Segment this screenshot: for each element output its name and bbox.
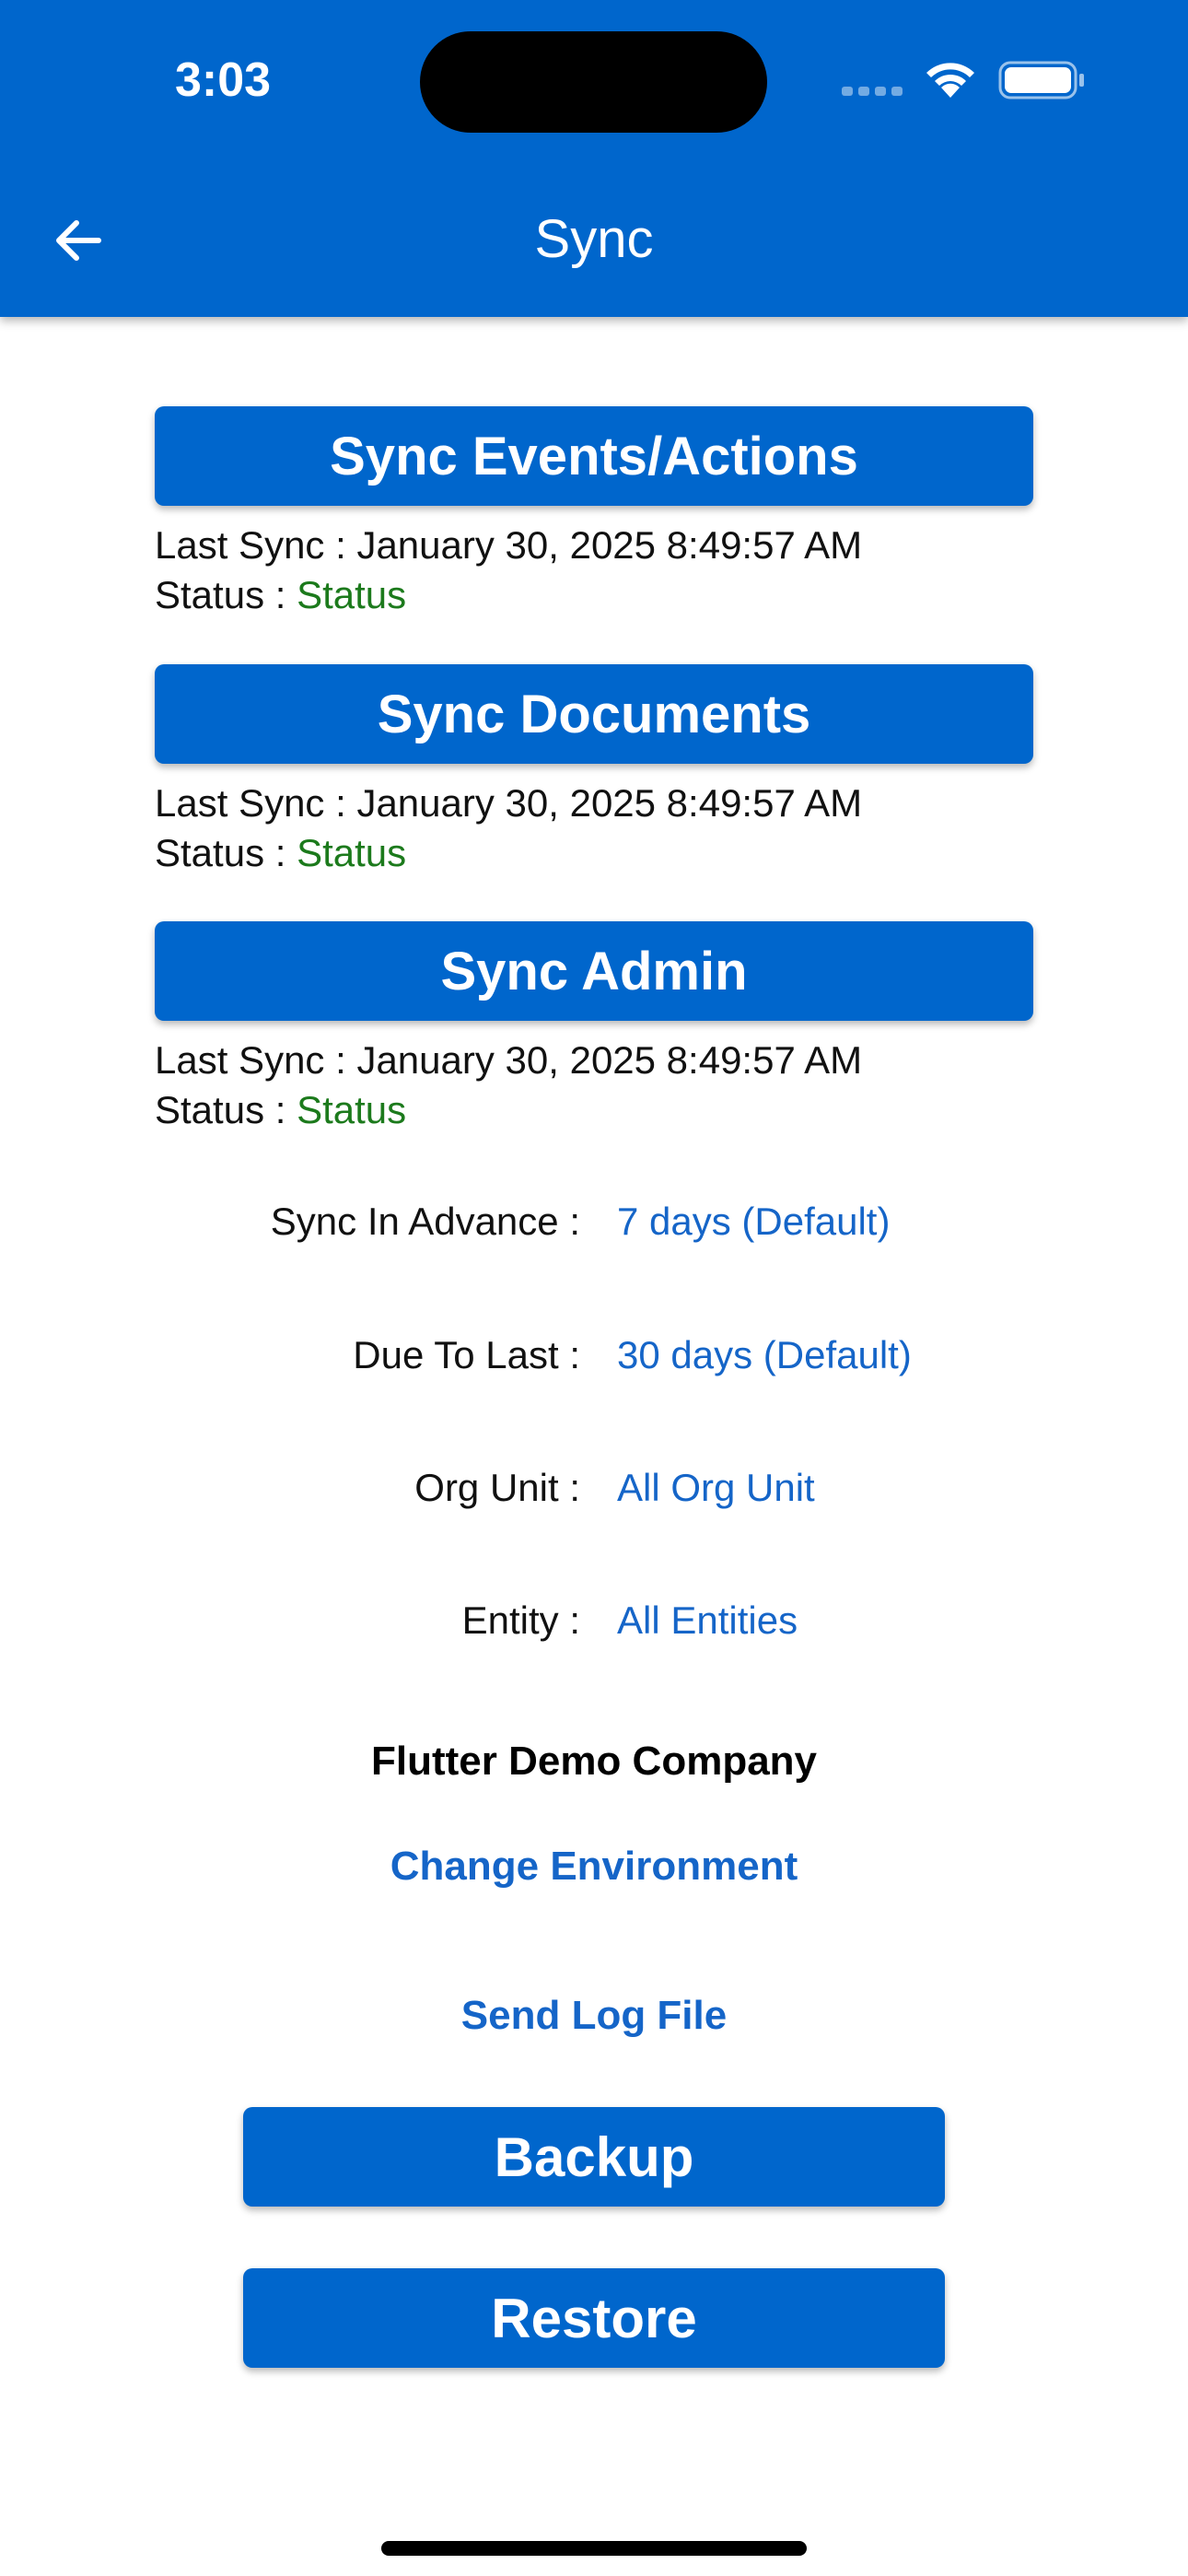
sync-events-actions-button[interactable]: Sync Events/Actions [155, 406, 1033, 506]
home-indicator [381, 2541, 807, 2556]
sync-admin-button[interactable]: Sync Admin [155, 921, 1033, 1021]
org-unit-label: Org Unit : [414, 1466, 580, 1509]
sync-in-advance-row: Sync In Advance : 7 days (Default) [0, 1194, 1188, 1249]
sync-in-advance-label: Sync In Advance : [270, 1200, 580, 1243]
org-unit-value[interactable]: All Org Unit [617, 1460, 815, 1516]
last-sync-documents-line: Last Sync : January 30, 2025 8:49:57 AM [155, 779, 862, 828]
entity-value[interactable]: All Entities [617, 1593, 798, 1648]
entity-row: Entity : All Entities [0, 1593, 1188, 1648]
last-sync-label: Last Sync : [155, 523, 357, 567]
org-unit-row: Org Unit : All Org Unit [0, 1460, 1188, 1516]
status-value: Status [297, 831, 407, 874]
cellular-signal-icon [842, 87, 904, 96]
status-label: Status : [155, 1088, 297, 1131]
sync-documents-button[interactable]: Sync Documents [155, 664, 1033, 764]
status-label: Status : [155, 573, 297, 616]
status-documents-line: Status : Status [155, 828, 406, 878]
status-value: Status [297, 1088, 407, 1131]
dynamic-island [420, 31, 767, 133]
status-bar-time: 3:03 [174, 53, 272, 107]
due-to-last-label: Due To Last : [353, 1333, 580, 1376]
last-sync-label: Last Sync : [155, 1038, 357, 1082]
last-sync-admin-line: Last Sync : January 30, 2025 8:49:57 AM [155, 1036, 862, 1085]
status-admin-line: Status : Status [155, 1085, 406, 1135]
last-sync-value: January 30, 2025 8:49:57 AM [356, 523, 863, 567]
app-bar: 3:03 Sync [0, 0, 1188, 317]
battery-icon [998, 61, 1084, 100]
restore-button[interactable]: Restore [243, 2268, 945, 2368]
wifi-icon [926, 63, 974, 98]
page-title: Sync [534, 209, 654, 269]
company-name: Flutter Demo Company [370, 1739, 818, 1784]
last-sync-label: Last Sync : [155, 781, 357, 825]
last-sync-value: January 30, 2025 8:49:57 AM [356, 1038, 863, 1082]
send-log-file-link[interactable]: Send Log File [0, 1988, 1188, 2043]
status-label: Status : [155, 831, 297, 874]
backup-button[interactable]: Backup [243, 2107, 945, 2207]
sync-in-advance-value[interactable]: 7 days (Default) [617, 1194, 890, 1249]
status-value: Status [297, 573, 407, 616]
status-events-line: Status : Status [155, 570, 406, 620]
due-to-last-row: Due To Last : 30 days (Default) [0, 1328, 1188, 1383]
due-to-last-value[interactable]: 30 days (Default) [617, 1328, 912, 1383]
last-sync-value: January 30, 2025 8:49:57 AM [356, 781, 863, 825]
change-environment-link[interactable]: Change Environment [0, 1839, 1188, 1894]
last-sync-events-line: Last Sync : January 30, 2025 8:49:57 AM [155, 521, 862, 570]
entity-label: Entity : [461, 1598, 580, 1642]
